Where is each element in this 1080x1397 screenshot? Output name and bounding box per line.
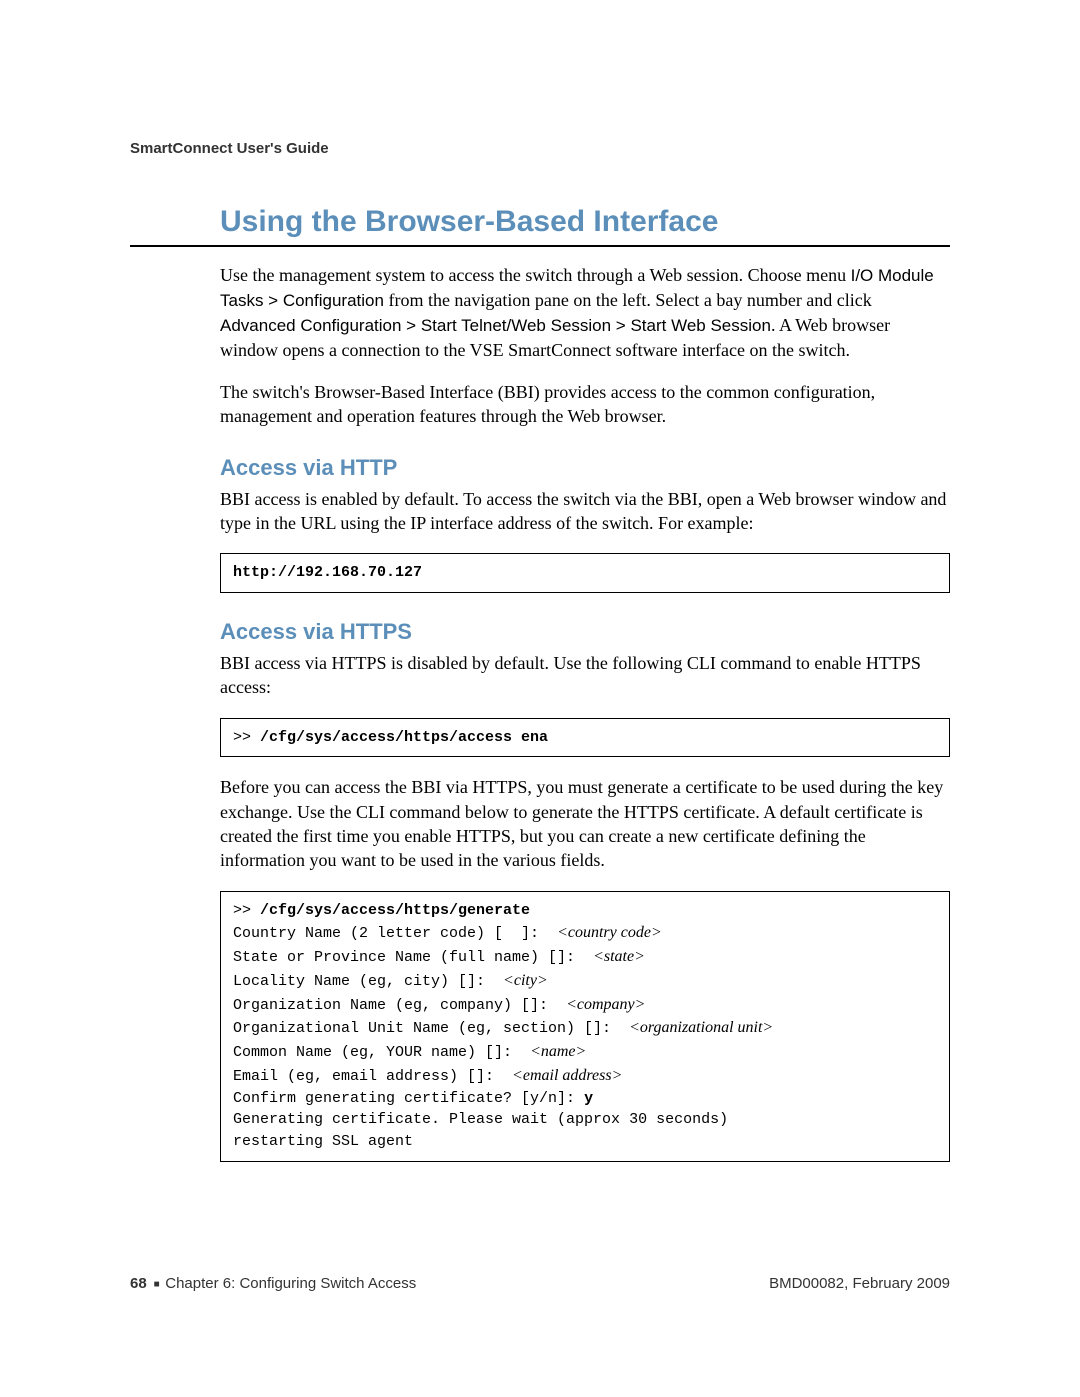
command: /cfg/sys/access/https/access ena: [260, 729, 548, 746]
code-box-https-generate: >> /cfg/sys/access/https/generate Countr…: [220, 891, 950, 1162]
page-footer: 68 ■ Chapter 6: Configuring Switch Acces…: [130, 1275, 950, 1292]
placeholder: <organizational unit>: [629, 1019, 773, 1036]
intro-paragraph-2: The switch's Browser-Based Interface (BB…: [220, 380, 950, 429]
footer-right: BMD00082, February 2009: [769, 1275, 950, 1292]
code-line: Country Name (2 letter code) [ ]:: [233, 925, 557, 942]
prompt: >>: [233, 729, 260, 746]
running-header: SmartConnect User's Guide: [130, 140, 950, 157]
http-paragraph: BBI access is enabled by default. To acc…: [220, 487, 950, 536]
command: /cfg/sys/access/https/generate: [260, 902, 530, 919]
text: Use the management system to access the …: [220, 265, 851, 285]
code-box-https-enable: >> /cfg/sys/access/https/access ena: [220, 718, 950, 758]
placeholder: <state>: [593, 948, 645, 965]
code-line: Email (eg, email address) []:: [233, 1068, 512, 1085]
subheading-http: Access via HTTP: [220, 455, 950, 481]
placeholder: <email address>: [512, 1067, 622, 1084]
prompt: >>: [233, 902, 260, 919]
separator-icon: ■: [151, 1279, 165, 1290]
footer-left: 68 ■ Chapter 6: Configuring Switch Acces…: [130, 1275, 416, 1292]
page-content: SmartConnect User's Guide Using the Brow…: [0, 0, 1080, 1162]
subheading-https: Access via HTTPS: [220, 619, 950, 645]
page-number: 68: [130, 1275, 147, 1292]
code-line: Confirm generating certificate? [y/n]:: [233, 1090, 584, 1107]
placeholder: <name>: [530, 1043, 586, 1060]
chapter-label: Chapter 6: Configuring Switch Access: [165, 1275, 416, 1292]
https-paragraph-1: BBI access via HTTPS is disabled by defa…: [220, 651, 950, 700]
placeholder: <country code>: [557, 924, 662, 941]
code-line: Locality Name (eg, city) []:: [233, 973, 503, 990]
body-column: Use the management system to access the …: [130, 263, 950, 1162]
code-line: Organizational Unit Name (eg, section) […: [233, 1020, 629, 1037]
code-line: Organization Name (eg, company) []:: [233, 997, 566, 1014]
section-title: Using the Browser-Based Interface: [130, 205, 950, 239]
placeholder: <company>: [566, 996, 645, 1013]
code-line: Common Name (eg, YOUR name) []:: [233, 1044, 530, 1061]
code-line: Generating certificate. Please wait (app…: [233, 1111, 728, 1128]
title-rule: [130, 245, 950, 247]
user-input: y: [584, 1090, 593, 1107]
menu-path-2: Advanced Configuration > Start Telnet/We…: [220, 316, 771, 335]
code-line: restarting SSL agent: [233, 1133, 413, 1150]
placeholder: <city>: [503, 972, 548, 989]
code-box-http-url: http://192.168.70.127: [220, 553, 950, 593]
code-line: State or Province Name (full name) []:: [233, 949, 593, 966]
https-paragraph-2: Before you can access the BBI via HTTPS,…: [220, 775, 950, 872]
code-text: http://192.168.70.127: [233, 564, 422, 581]
text: from the navigation pane on the left. Se…: [384, 290, 872, 310]
intro-paragraph-1: Use the management system to access the …: [220, 263, 950, 362]
